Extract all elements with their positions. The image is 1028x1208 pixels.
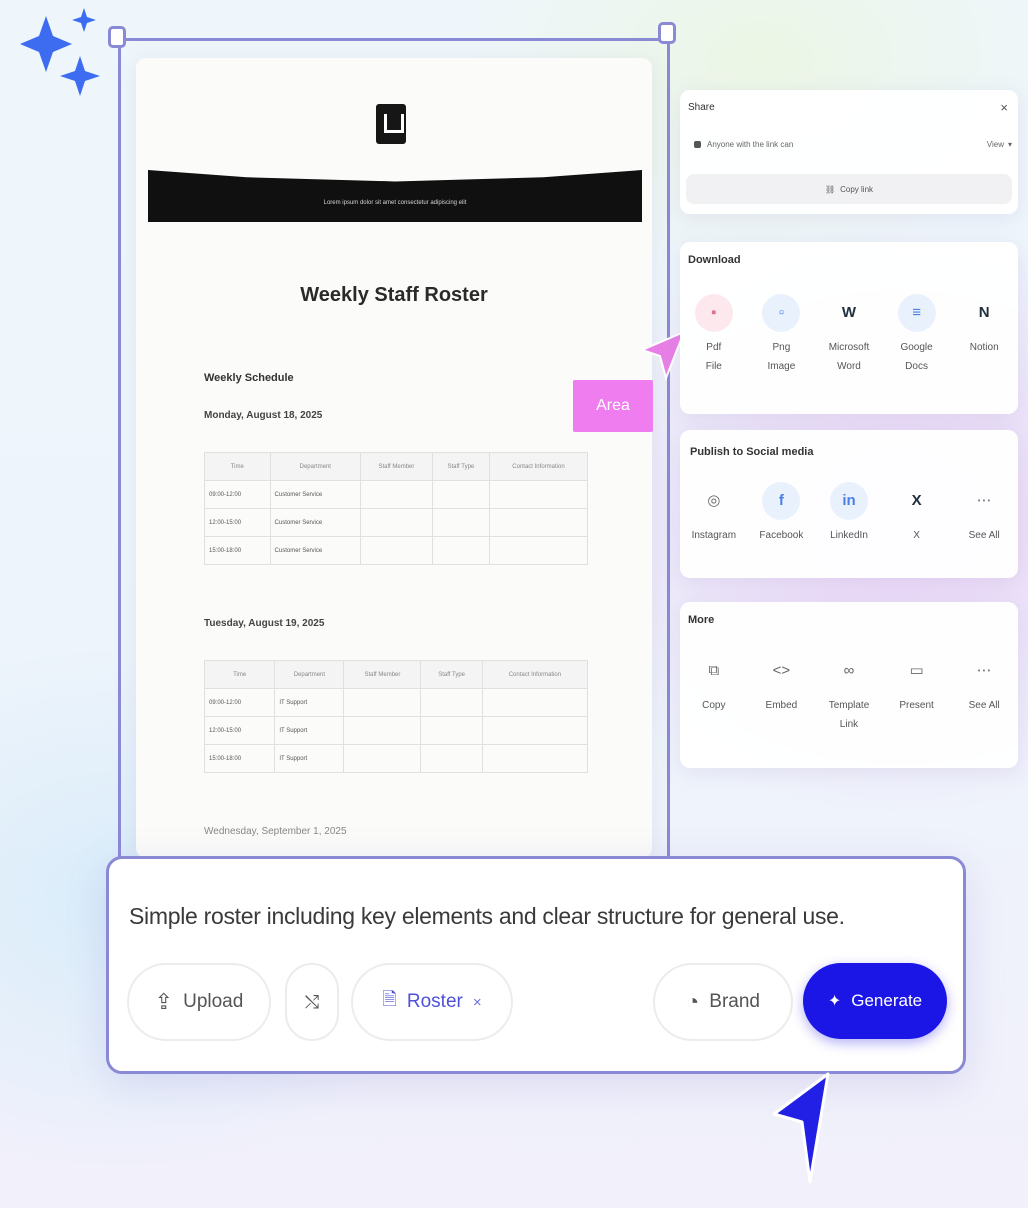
upload-icon: ⇪ <box>154 989 174 1014</box>
download-sublabel: File <box>705 361 722 372</box>
social-panel: Publish to Social media ◎ Instagram f Face… <box>680 430 1018 578</box>
resize-handle-top-left[interactable] <box>108 26 126 48</box>
download-pdf-button[interactable]: ▪ Pdf File <box>683 294 745 376</box>
share-access-row[interactable]: Anyone with the link can View ▾ <box>694 140 1012 149</box>
share-instagram-button[interactable]: ◎ Instagram <box>683 482 745 545</box>
embed-icon: <> <box>772 662 791 679</box>
social-label: Facebook <box>759 530 804 541</box>
pdf-icon: ▪ <box>694 294 733 332</box>
embed-button[interactable]: <> Embed <box>750 652 812 734</box>
more-label: See All <box>968 700 1000 711</box>
more-horizontal-icon: ⋯ <box>976 662 992 679</box>
upload-button[interactable]: ⇪ Upload <box>127 963 271 1041</box>
pointer-cursor-icon <box>772 1072 830 1184</box>
more-panel: More ⧉ Copy <> Embed ∞ Template Link ▭ Presen… <box>680 602 1018 768</box>
share-title: Share <box>688 102 715 113</box>
download-notion-button[interactable]: N Notion <box>953 294 1015 376</box>
roster-chip-label: Roster <box>406 991 463 1012</box>
download-gdocs-button[interactable]: ≡ Google Docs <box>886 294 948 376</box>
link-icon: ∞ <box>843 662 855 679</box>
resize-handle-top-right[interactable] <box>658 22 676 44</box>
selection-frame <box>118 38 670 878</box>
remove-icon[interactable]: × <box>473 994 482 1011</box>
download-label: Microsoft <box>828 342 870 353</box>
share-facebook-button[interactable]: f Facebook <box>750 482 812 545</box>
globe-icon <box>694 141 701 148</box>
download-sublabel: Docs <box>905 361 928 372</box>
social-see-all-button[interactable]: ⋯ See All <box>953 482 1015 545</box>
download-png-button[interactable]: ▫ Png Image <box>750 294 812 376</box>
social-label: LinkedIn <box>830 530 868 541</box>
download-label: Png <box>772 342 791 353</box>
facebook-icon: f <box>762 482 801 520</box>
share-panel: Share × Anyone with the link can View ▾ … <box>680 90 1018 214</box>
copy-icon: ⧉ <box>708 662 720 679</box>
word-icon: W <box>841 304 857 321</box>
share-linkedin-button[interactable]: in LinkedIn <box>818 482 880 545</box>
shuffle-button[interactable]: ⤭ <box>285 963 339 1041</box>
upload-label: Upload <box>183 991 244 1012</box>
more-title: More <box>688 614 715 626</box>
brand-label: Brand <box>709 991 760 1012</box>
more-label: Copy <box>702 700 726 711</box>
more-horizontal-icon: ⋯ <box>976 492 992 509</box>
link-icon: ⛓ <box>824 184 836 194</box>
prompt-box[interactable]: Simple roster including key elements and… <box>106 856 966 1074</box>
sparkle-icon <box>20 8 100 96</box>
social-label: X <box>913 530 920 541</box>
image-icon: ▫ <box>762 294 801 332</box>
download-panel: Download ▪ Pdf File ▫ Png Image W Microsoft Wo… <box>680 242 1018 414</box>
more-sublabel: Link <box>839 719 859 730</box>
social-label: See All <box>968 530 1000 541</box>
download-word-button[interactable]: W Microsoft Word <box>818 294 880 376</box>
copy-link-button[interactable]: ⛓ Copy link <box>686 174 1012 204</box>
access-text: Anyone with the link can <box>707 140 794 149</box>
more-label: Embed <box>765 700 798 711</box>
download-sublabel: Word <box>837 361 861 372</box>
download-label: Pdf <box>706 342 722 353</box>
roster-chip[interactable]: 🗎 Roster × <box>351 963 513 1041</box>
social-label: Instagram <box>691 530 737 541</box>
google-docs-icon: ≡ <box>897 294 936 332</box>
download-label: Notion <box>969 342 999 353</box>
more-see-all-button[interactable]: ⋯ See All <box>953 652 1015 734</box>
palette-icon: ◔ <box>686 989 700 1014</box>
shuffle-icon: ⤭ <box>304 991 320 1012</box>
sparkle-icon: ✦ <box>827 993 842 1010</box>
download-sublabel: Image <box>767 361 796 372</box>
template-link-button[interactable]: ∞ Template Link <box>818 652 880 734</box>
chevron-down-icon: ▾ <box>1007 140 1012 149</box>
generate-label: Generate <box>851 991 923 1010</box>
copy-button[interactable]: ⧉ Copy <box>683 652 745 734</box>
download-title: Download <box>688 254 741 266</box>
present-button[interactable]: ▭ Present <box>886 652 948 734</box>
prompt-input[interactable]: Simple roster including key elements and… <box>129 903 845 930</box>
brand-button[interactable]: ◔ Brand <box>653 963 793 1041</box>
share-x-button[interactable]: XX <box>886 482 948 545</box>
x-icon: X <box>911 492 922 509</box>
generate-button[interactable]: ✦ Generate <box>803 963 947 1039</box>
notion-icon: N <box>978 304 990 321</box>
area-label: Area <box>573 380 653 432</box>
access-level-select[interactable]: View <box>987 140 1004 149</box>
copy-link-label: Copy link <box>840 184 874 194</box>
document-icon: 🗎 <box>382 989 397 1009</box>
instagram-icon: ◎ <box>707 492 721 509</box>
social-title: Publish to Social media <box>690 446 814 458</box>
download-label: Google <box>900 342 933 353</box>
linkedin-icon: in <box>829 482 868 520</box>
close-icon[interactable]: × <box>1000 100 1008 115</box>
present-icon: ▭ <box>909 662 924 679</box>
more-label: Present <box>899 700 934 711</box>
more-label: Template <box>828 700 870 711</box>
